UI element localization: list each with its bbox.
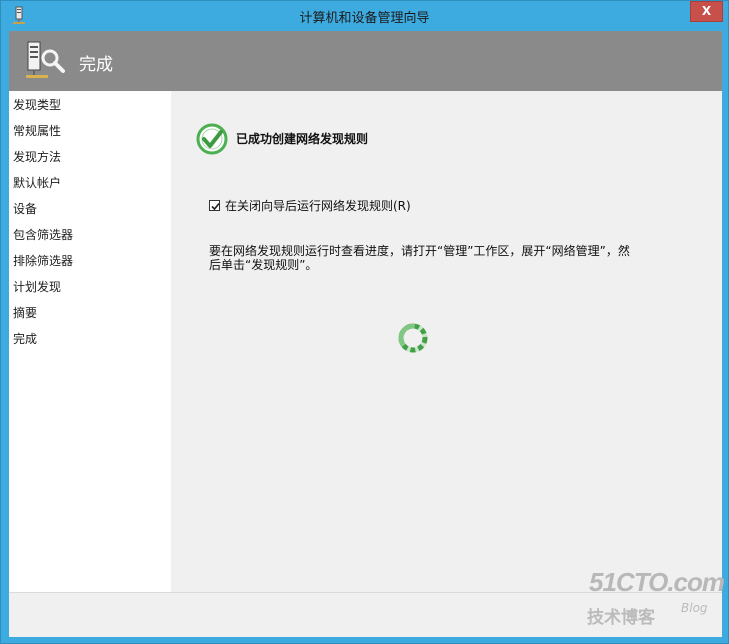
main-panel: 已成功创建网络发现规则 在关闭向导后运行网络发现规则(R) 要在网络发现规则运行… (171, 91, 722, 592)
info-text-line-2: 后单击“发现规则”。 (209, 258, 318, 272)
page-title: 完成 (79, 55, 113, 75)
step-summary[interactable]: 摘要 (13, 304, 37, 322)
step-discovery-method[interactable]: 发现方法 (13, 148, 61, 166)
close-button[interactable]: X (690, 1, 723, 22)
check-circle-icon (196, 123, 228, 155)
discovery-wizard-icon (26, 40, 66, 82)
info-text: 要在网络发现规则运行时查看进度，请打开“管理”工作区，展开“网络管理”，然 后单… (209, 244, 664, 272)
step-general-properties[interactable]: 常规属性 (13, 122, 61, 140)
wizard-window: 计算机和设备管理向导 X 完成 发现类型 常规属性 发现方法 默认帐户 设备 包… (0, 0, 729, 644)
wizard-footer (9, 592, 722, 637)
step-schedule-discovery[interactable]: 计划发现 (13, 278, 61, 296)
checkbox-label[interactable]: 在关闭向导后运行网络发现规则(R) (225, 198, 411, 214)
loading-spinner-icon (397, 322, 429, 354)
step-exclude-filter[interactable]: 排除筛选器 (13, 252, 73, 270)
title-bar[interactable]: 计算机和设备管理向导 X (1, 1, 728, 31)
wizard-steps-sidebar: 发现类型 常规属性 发现方法 默认帐户 设备 包含筛选器 排除筛选器 计划发现 … (9, 91, 171, 592)
step-include-filter[interactable]: 包含筛选器 (13, 226, 73, 244)
window-title: 计算机和设备管理向导 (299, 11, 430, 26)
step-discovery-type[interactable]: 发现类型 (13, 96, 61, 114)
step-completion[interactable]: 完成 (13, 330, 37, 348)
step-devices[interactable]: 设备 (13, 200, 37, 218)
wizard-header: 完成 (9, 31, 722, 91)
info-text-line-1: 要在网络发现规则运行时查看进度，请打开“管理”工作区，展开“网络管理”，然 (209, 244, 630, 258)
wizard-content: 发现类型 常规属性 发现方法 默认帐户 设备 包含筛选器 排除筛选器 计划发现 … (9, 91, 722, 592)
success-message: 已成功创建网络发现规则 (236, 132, 369, 146)
checkbox-box[interactable] (209, 200, 220, 211)
step-default-account[interactable]: 默认帐户 (13, 174, 61, 192)
